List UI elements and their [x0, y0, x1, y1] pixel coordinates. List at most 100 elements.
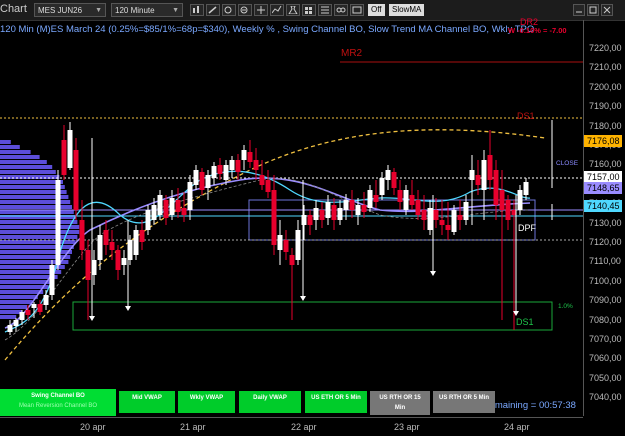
us-eth-or-5min-button[interactable]: US ETH OR 5 Min	[305, 391, 367, 413]
maximize-button[interactable]	[587, 4, 599, 16]
button-label: US RTH OR 5 Min	[438, 395, 489, 401]
price-tick: 7090,00	[589, 295, 622, 306]
maximize-icon	[589, 6, 597, 14]
candle-body	[37, 304, 43, 312]
interval-selector[interactable]: 120 Minute ▼	[111, 3, 183, 17]
instrument-value: MES JUN26	[38, 6, 83, 15]
window-label: Chart	[0, 3, 27, 15]
candle-body	[25, 310, 31, 315]
crosshair-button[interactable]	[254, 4, 268, 16]
candle-body	[49, 265, 55, 295]
templates-button[interactable]	[302, 4, 316, 16]
candle-body	[121, 258, 127, 265]
candle-body	[313, 208, 319, 220]
profile-bar	[0, 250, 72, 254]
price-tick: 7130,00	[589, 217, 622, 228]
profile-bar	[0, 210, 74, 214]
price-tick: 7060,00	[589, 353, 622, 364]
candle-body	[463, 202, 469, 220]
candle-body	[361, 205, 367, 212]
candle-body	[73, 150, 79, 210]
mr2-label: MR2	[341, 48, 363, 59]
price-flag: 7148,65	[584, 182, 622, 194]
close-button[interactable]	[601, 4, 613, 16]
box-icon	[352, 6, 362, 14]
candle-body	[295, 230, 301, 260]
price-chart-canvas[interactable]	[0, 20, 583, 417]
candle-body	[265, 180, 271, 192]
candle-body	[109, 242, 115, 250]
draw-tool-button[interactable]	[206, 4, 220, 16]
time-axis[interactable]	[0, 417, 583, 418]
minimize-icon	[576, 11, 582, 13]
price-tick: 7110,00	[589, 256, 621, 267]
price-tick: 7080,00	[589, 314, 622, 325]
dr2-value: W -0.10% = -7.00	[508, 26, 567, 35]
line-chart-icon	[272, 6, 282, 14]
button-label: Daily VWAP	[253, 395, 287, 401]
profile-bar	[0, 300, 33, 304]
candle-body	[55, 180, 61, 265]
bars-icon	[193, 6, 199, 13]
strategies-button[interactable]	[286, 4, 300, 16]
arrow-down-icon	[89, 316, 95, 321]
button-label: US RTH OR 15	[379, 395, 421, 401]
weekly-vwap-button[interactable]: Wkly VWAP	[178, 391, 235, 413]
mid-vwap-button[interactable]: Mid VWAP	[119, 391, 175, 413]
candle-body	[211, 166, 217, 178]
candle-body	[289, 255, 295, 265]
slow-ma-toggle[interactable]: SlowMA	[389, 4, 425, 16]
candle-body	[61, 140, 67, 175]
instrument-selector[interactable]: MES JUN26 ▼	[34, 3, 106, 17]
candle-body	[115, 250, 121, 270]
candle-body	[307, 215, 313, 225]
candle-body	[133, 230, 139, 255]
properties-button[interactable]	[318, 4, 332, 16]
candle-body	[43, 295, 49, 305]
chevron-down-icon: ▼	[172, 7, 179, 14]
minimize-button[interactable]	[573, 4, 585, 16]
price-flag: 7176,08	[584, 135, 622, 147]
indicators-button[interactable]	[270, 4, 284, 16]
candle-body	[163, 200, 169, 218]
zoom-out-button[interactable]	[238, 4, 252, 16]
flask-icon	[288, 6, 298, 14]
us-rth-or-5min-button[interactable]: US RTH OR 5 Min	[433, 391, 495, 413]
list-icon	[321, 6, 329, 14]
price-tick: 7220,00	[589, 43, 622, 53]
candle-body	[451, 210, 457, 232]
candle-body	[277, 235, 283, 250]
candle-body	[403, 190, 409, 210]
swing-channel-bo-button[interactable]: Swing Channel BO Mean Reversion Channel …	[0, 389, 116, 416]
profile-bar	[0, 220, 78, 224]
link-button[interactable]	[334, 4, 348, 16]
price-tick: 7070,00	[589, 334, 622, 344]
candle-body	[193, 170, 199, 185]
zoom-in-button[interactable]	[222, 4, 236, 16]
candle-body	[205, 175, 211, 188]
price-tick: 7200,00	[589, 81, 622, 92]
time-tick: 20 apr	[80, 422, 106, 432]
candle-body	[499, 190, 505, 210]
button-sublabel: Min	[394, 405, 406, 411]
candle-body	[169, 198, 175, 215]
candle-body	[349, 200, 355, 210]
candle-body	[217, 165, 223, 174]
arrow-down-icon	[125, 306, 131, 311]
candle-body	[139, 230, 145, 242]
candle-body	[517, 190, 523, 210]
candle-body	[199, 172, 205, 190]
daily-vwap-button[interactable]: Daily VWAP	[239, 391, 301, 413]
candle-body	[331, 205, 337, 220]
candle-body	[391, 172, 397, 188]
percent-label: 1.0%	[558, 303, 573, 310]
price-tick: 7040,00	[589, 392, 622, 403]
us-rth-or-15min-button[interactable]: US RTH OR 15 Min	[370, 391, 430, 415]
button-label: US ETH OR 5 Min	[311, 395, 361, 401]
off-toggle[interactable]: Off	[368, 4, 385, 16]
profile-bar	[0, 185, 65, 189]
profile-bar	[0, 165, 53, 169]
candle-body	[439, 220, 445, 225]
data-box-button[interactable]	[350, 4, 364, 16]
bar-type-button[interactable]	[190, 4, 204, 16]
